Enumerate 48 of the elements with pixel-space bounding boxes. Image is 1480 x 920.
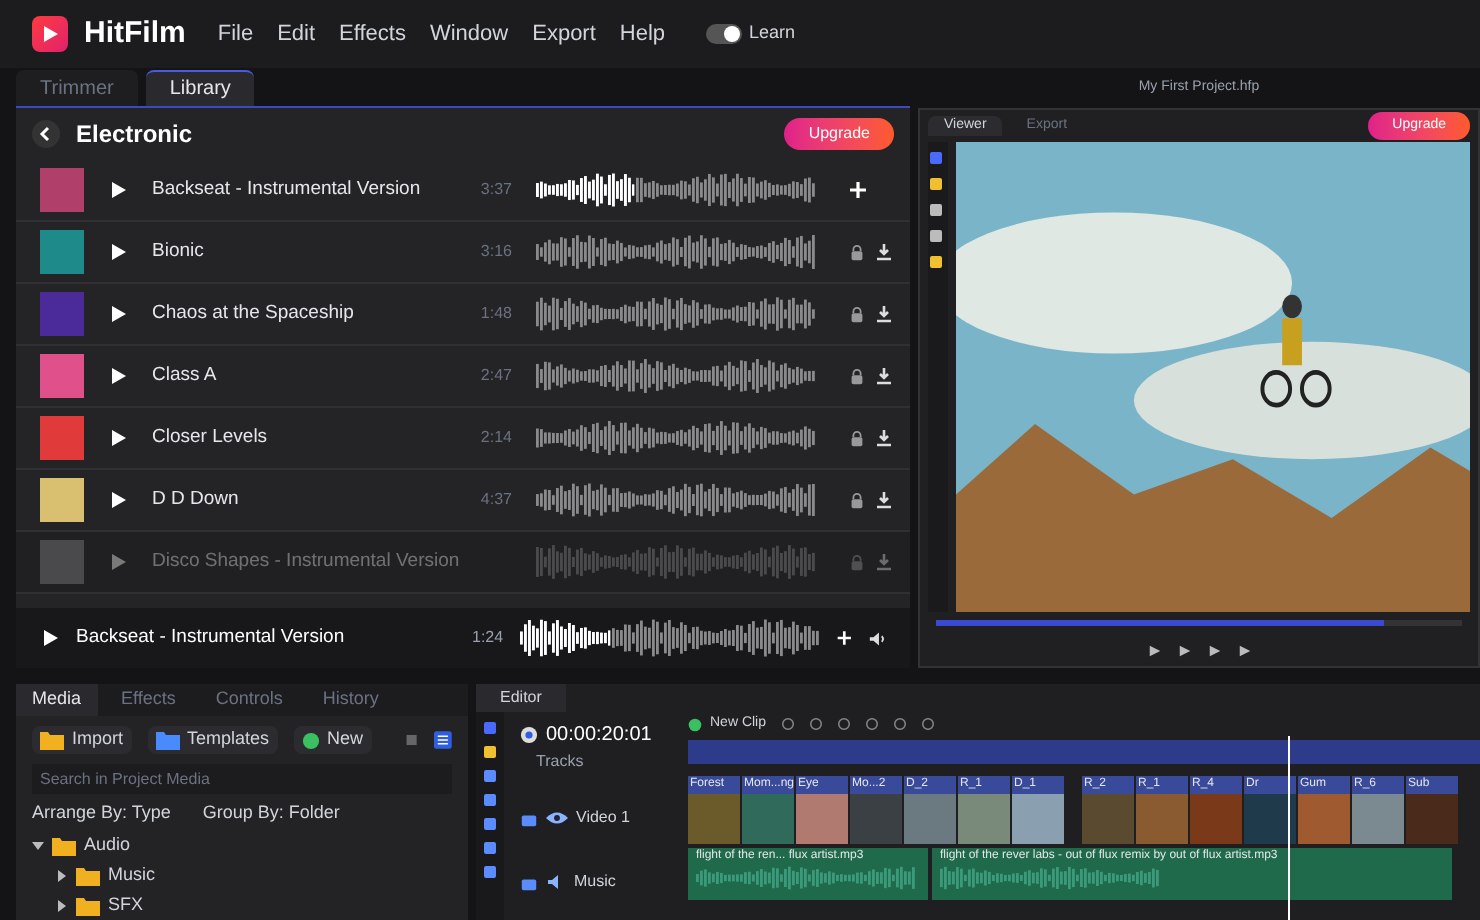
track-row[interactable]: Closer Levels 2:14 [16, 408, 910, 470]
track-duration: 4:37 [478, 488, 512, 512]
new-button[interactable]: New [293, 726, 372, 754]
tree-item[interactable]: Audio [16, 834, 468, 858]
track-duration: 2:47 [478, 364, 512, 388]
player-duration: 1:24 [472, 626, 504, 650]
panel-tab[interactable]: Effects [105, 684, 192, 716]
search-field[interactable]: Search in Project Media [32, 764, 452, 794]
track-title: Bionic [152, 237, 206, 266]
track-duration: 2:14 [478, 426, 512, 450]
track-name: Video 1 [576, 806, 630, 830]
tree-item[interactable]: Music [16, 864, 468, 888]
app-name: HitFilm [84, 13, 186, 54]
tracks-label: Tracks [534, 750, 586, 774]
track-title: Backseat - Instrumental Version [152, 175, 423, 204]
panel-tab[interactable]: Editor [476, 684, 566, 712]
group-dropdown[interactable]: Group By: Folder [202, 800, 340, 828]
upgrade-button[interactable]: Upgrade [784, 118, 894, 150]
track-title: Closer Levels [152, 423, 270, 452]
player-title: Backseat - Instrumental Version [76, 623, 347, 652]
panel-tab[interactable]: Library [145, 70, 255, 106]
track-duration: 3:16 [478, 240, 512, 264]
category-title: Electronic [76, 118, 193, 152]
import-button[interactable]: Import [32, 726, 132, 754]
timecode: 00:00:20:01 [546, 722, 652, 750]
panel-tab[interactable]: Controls [199, 684, 299, 716]
panel-tab[interactable]: History [306, 684, 395, 716]
track-title: D D Down [152, 485, 241, 514]
arrange-dropdown[interactable]: Arrange By: Type [32, 800, 171, 828]
learn-label: Learn [749, 20, 796, 47]
menu-item[interactable]: Edit [277, 17, 316, 51]
panel-tab[interactable]: Media [16, 684, 98, 716]
track-row[interactable]: Bionic 3:16 [16, 222, 910, 284]
menu-item[interactable]: File [217, 17, 254, 51]
track-row[interactable]: Class A 2:47 [16, 346, 910, 408]
track-row[interactable]: Chaos at the Spaceship 1:48 [16, 284, 910, 346]
track-name: Music [574, 870, 616, 894]
menu-item[interactable]: Window [429, 17, 509, 51]
menu-item[interactable]: Export [532, 17, 596, 51]
track-title: Chaos at the Spaceship [152, 299, 356, 328]
track-row[interactable]: Backseat - Instrumental Version 3:37 [16, 160, 910, 222]
menu-item[interactable]: Effects [339, 17, 406, 51]
track-duration: 3:37 [478, 178, 512, 202]
track-duration: 1:48 [478, 302, 512, 326]
track-title: Class A [152, 361, 219, 390]
templates-button[interactable]: Templates [147, 726, 278, 754]
tree-item[interactable]: SFX [16, 894, 468, 918]
menu-item[interactable]: Help [619, 17, 666, 51]
